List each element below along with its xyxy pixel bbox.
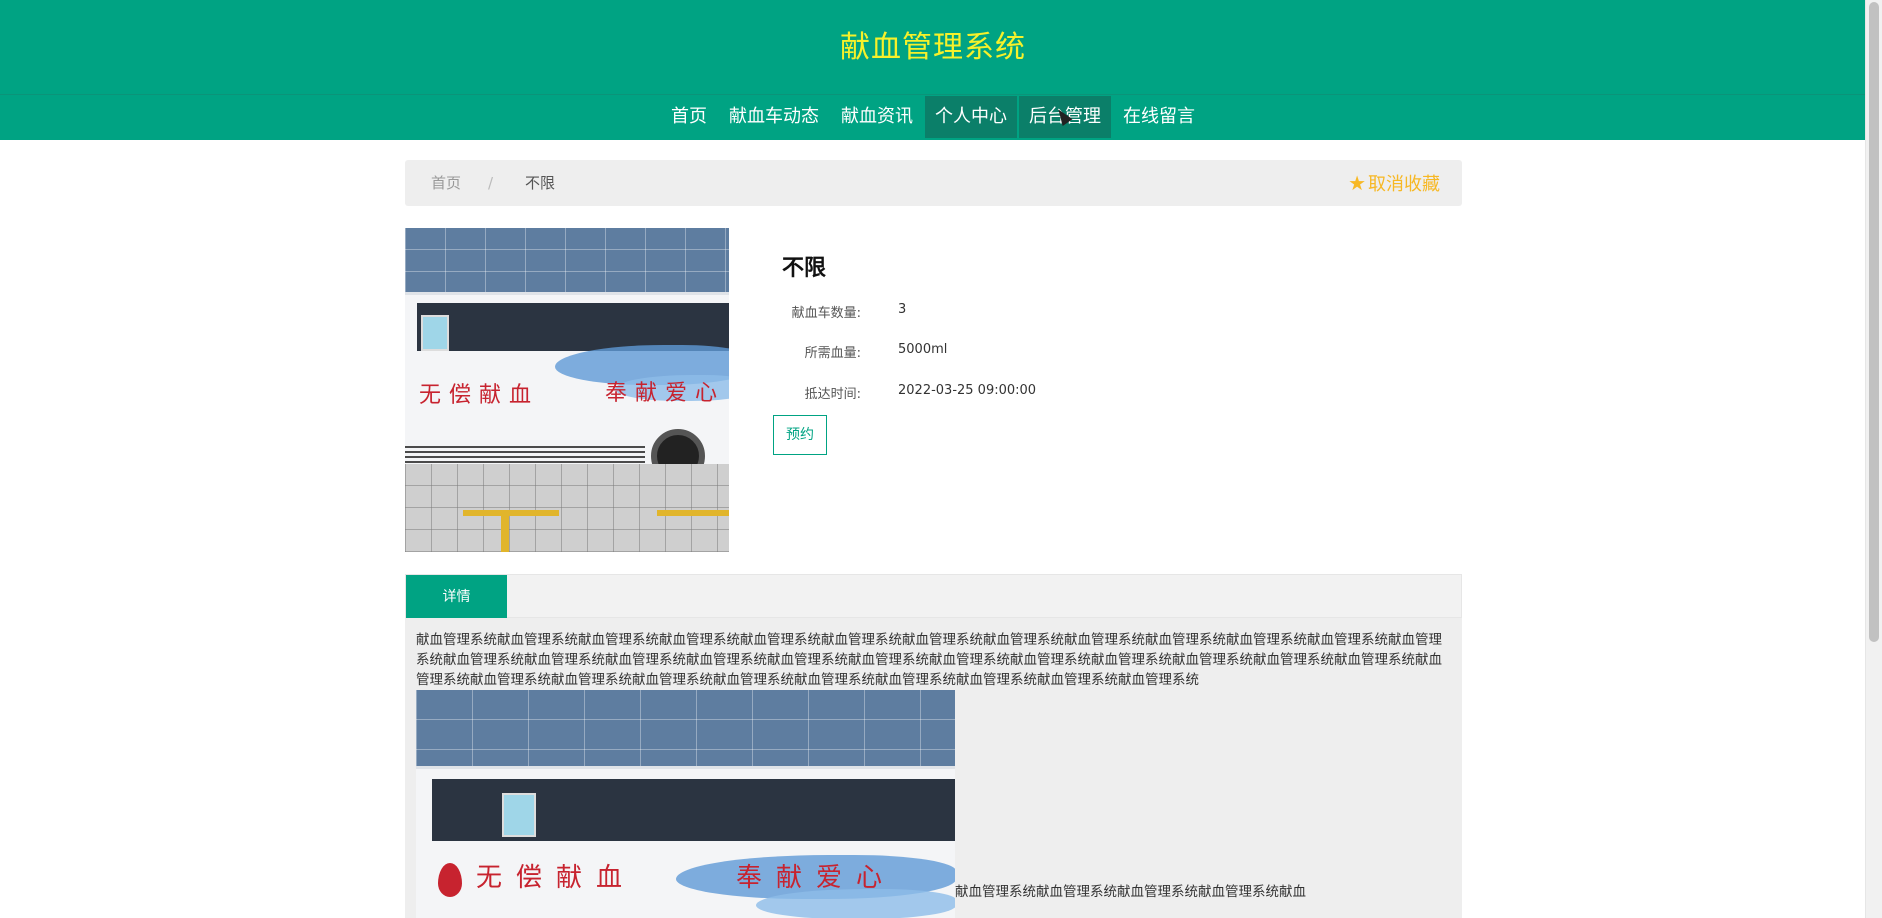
detail-paragraph: 献血管理系统献血管理系统献血管理系统献血管理系统献血管理系统献血管理系统献血管理… <box>416 632 1442 688</box>
field-label: 抵达时间: <box>804 387 861 402</box>
page-scrollbar[interactable] <box>1865 0 1882 918</box>
product-name: 不限 <box>782 256 827 281</box>
unfavorite-button[interactable]: ★ 取消收藏 <box>1348 160 1440 208</box>
scrollbar-thumb[interactable] <box>1869 2 1879 642</box>
breadcrumb-current: 不限 <box>525 174 556 192</box>
detail-content: 献血管理系统献血管理系统献血管理系统献血管理系统献血管理系统献血管理系统献血管理… <box>405 618 1462 918</box>
bus-slogan-2: 奉献爱心 <box>605 381 726 406</box>
star-icon: ★ <box>1348 171 1366 195</box>
field-bus-count: 献血车数量: 3 <box>773 302 1413 322</box>
nav-item-message[interactable]: 在线留言 <box>1113 96 1205 138</box>
book-button[interactable]: 预约 <box>773 415 827 455</box>
bus-photo: 无偿献血 奉献爱心 <box>405 228 729 552</box>
breadcrumb: 首页 / 不限 ★ 取消收藏 <box>405 160 1462 206</box>
detail-trailing-text: 献血管理系统献血管理系统献血管理系统献血管理系统献血 <box>955 884 1306 900</box>
bus-slogan-2: 奉献爱心 <box>736 863 897 893</box>
field-label: 所需血量: <box>804 346 861 361</box>
header-divider <box>0 94 1866 95</box>
nav-item-bus-news[interactable]: 献血车动态 <box>719 96 829 138</box>
nav-item-donation-info[interactable]: 献血资讯 <box>831 96 923 138</box>
unfavorite-label: 取消收藏 <box>1368 174 1440 195</box>
detail-bus-photo: 无偿献血 奉献爱心 <box>416 690 955 918</box>
main-nav: 首页 献血车动态 献血资讯 个人中心 后台管理 在线留言 <box>0 96 1866 140</box>
field-value: 3 <box>898 302 907 317</box>
nav-item-personal-center[interactable]: 个人中心 <box>925 96 1017 138</box>
tab-details[interactable]: 详情 <box>406 575 507 619</box>
bus-slogan-1: 无偿献血 <box>476 863 637 893</box>
field-value: 2022-03-25 09:00:00 <box>898 383 1037 398</box>
field-value: 5000ml <box>898 342 948 357</box>
breadcrumb-separator: / <box>488 174 494 192</box>
detail-tabs: 详情 <box>405 574 1462 619</box>
top-header: 献血管理系统 首页 献血车动态 献血资讯 个人中心 后台管理 在线留言 <box>0 0 1866 140</box>
bus-slogan-1: 无偿献血 <box>419 383 540 408</box>
breadcrumb-home[interactable]: 首页 <box>431 160 461 206</box>
site-title: 献血管理系统 <box>840 30 1026 65</box>
blood-drop-logo-icon <box>438 863 462 897</box>
field-blood-volume: 所需血量: 5000ml <box>773 342 1413 362</box>
product-info: 不限 献血车数量: 3 所需血量: 5000ml 抵达时间: 2022-03-2… <box>773 228 1413 458</box>
field-label: 献血车数量: <box>791 306 861 321</box>
field-arrival-time: 抵达时间: 2022-03-25 09:00:00 <box>773 383 1413 403</box>
nav-item-home[interactable]: 首页 <box>661 96 717 138</box>
